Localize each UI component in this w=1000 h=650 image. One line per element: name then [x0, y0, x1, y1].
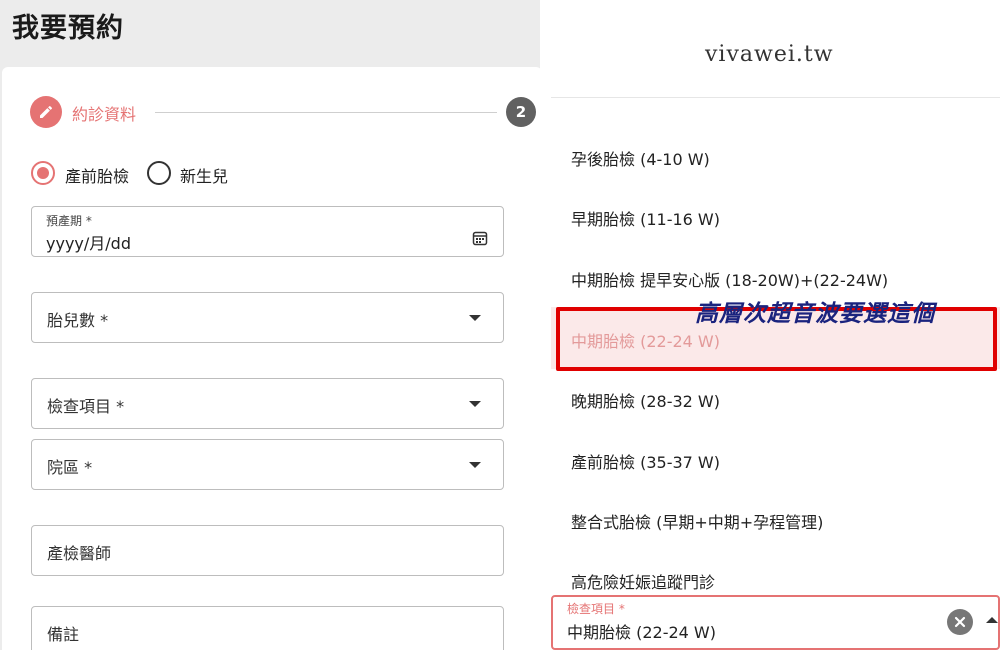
exam-item-label: 檢查項目 * [47, 397, 125, 416]
dropdown-option[interactable]: 早期胎檢 (11-16 W) [571, 206, 720, 230]
stepper-connector [155, 112, 497, 113]
doctor-input[interactable]: 產檢醫師 [31, 525, 504, 576]
radio-newborn[interactable] [147, 161, 171, 185]
dropdown-option[interactable]: 晚期胎檢 (28-32 W) [571, 388, 720, 412]
notes-input[interactable]: 備註 [31, 606, 504, 650]
chevron-down-icon [469, 401, 481, 407]
due-date-value: yyyy/月/dd [46, 234, 131, 253]
fetus-count-select[interactable]: 胎兒數 * [31, 292, 504, 343]
chevron-up-icon[interactable] [986, 617, 998, 623]
close-icon [954, 616, 966, 628]
page-title: 我要預約 [12, 13, 124, 44]
clear-button[interactable] [947, 609, 973, 635]
radio-newborn-label[interactable]: 新生兒 [180, 163, 228, 187]
annotation-text: 高層次超音波要選這個 [695, 300, 935, 327]
radio-prenatal-label[interactable]: 產前胎檢 [65, 163, 129, 187]
notes-label: 備註 [47, 625, 80, 644]
chevron-down-icon [469, 315, 481, 321]
step-2-indicator[interactable]: 2 [506, 97, 536, 127]
step-1-label: 約診資料 [72, 105, 137, 124]
branch-label: 院區 * [47, 458, 93, 477]
dropdown-option[interactable]: 整合式胎檢 (早期+中期+孕程管理) [571, 509, 823, 533]
due-date-label: 預產期 * [46, 214, 92, 228]
dropdown-option[interactable]: 高危險妊娠追蹤門診 [571, 569, 715, 593]
exam-item-select-active[interactable]: 檢查項目 * 中期胎檢 (22-24 W) [551, 595, 1000, 650]
branch-select[interactable]: 院區 * [31, 439, 504, 490]
radio-selected-dot [37, 167, 49, 179]
dropdown-option[interactable]: 孕後胎檢 (4-10 W) [571, 146, 710, 170]
watermark: vivawei.tw [705, 42, 834, 67]
step-1-indicator[interactable] [30, 96, 62, 128]
screenshot-root: 我要預約 約診資料 2 產前胎檢 新生兒 預產期 * yyyy/月/dd 胎兒數… [0, 0, 1000, 650]
due-date-field[interactable]: 預產期 * yyyy/月/dd [31, 206, 504, 257]
pencil-icon [40, 105, 53, 118]
chevron-down-icon [469, 462, 481, 468]
dropdown-option[interactable]: 中期胎檢 提早安心版 (18-20W)+(22-24W) [571, 267, 888, 291]
dropdown-option[interactable]: 產前胎檢 (35-37 W) [571, 449, 720, 473]
radio-prenatal[interactable] [31, 161, 55, 185]
fetus-count-label: 胎兒數 * [47, 311, 109, 330]
exam-item-active-label: 檢查項目 * [567, 602, 625, 616]
exam-item-active-value: 中期胎檢 (22-24 W) [567, 623, 716, 642]
calendar-icon[interactable] [472, 230, 488, 246]
exam-item-select[interactable]: 檢查項目 * [31, 378, 504, 429]
dropdown-top-edge [551, 97, 1000, 98]
doctor-label: 產檢醫師 [47, 544, 112, 563]
